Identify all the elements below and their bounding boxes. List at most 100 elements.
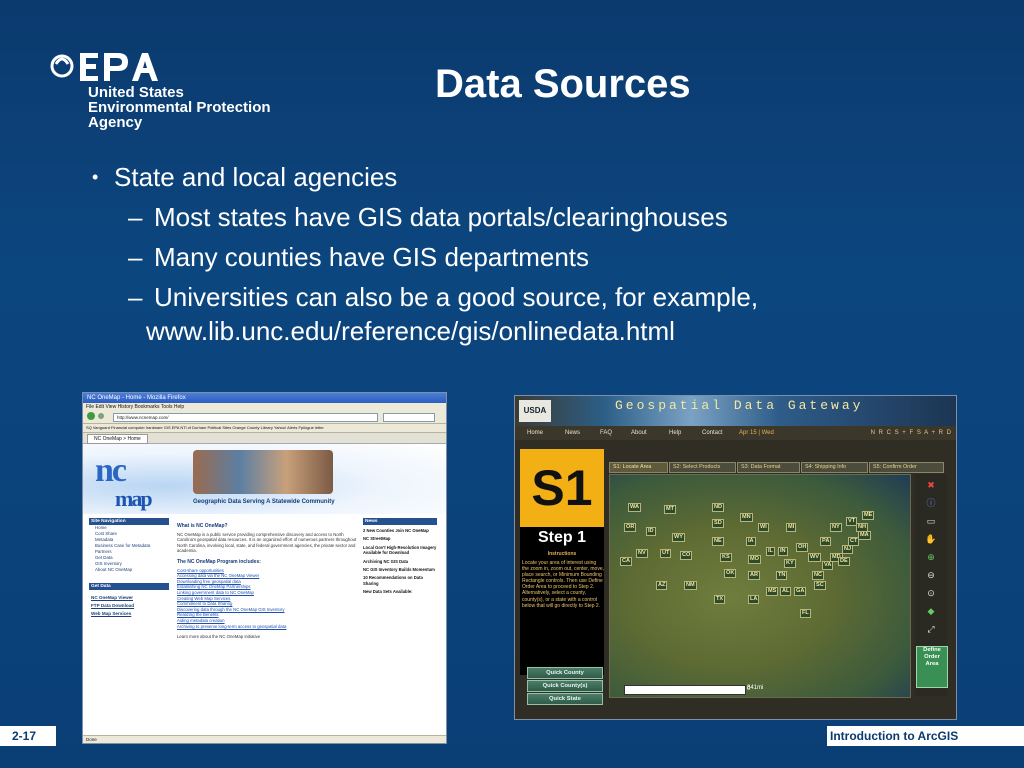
us-map: 0 841mi WA MT ND MN ME OR ID SD WI MI NY VT NH MA WY NE… <box>609 474 911 698</box>
info-icon: ⓘ <box>921 496 941 510</box>
tab-locate-area: S1: Locate Area <box>609 462 668 473</box>
get-data-link: Web Map Services <box>91 611 132 616</box>
state-label-az: AZ <box>656 581 668 590</box>
gateway-date: Apr 15 | Wed <box>739 430 774 436</box>
nav-contact: Contact <box>702 430 723 436</box>
subbullet-universities: – Universities can also be a good source,… <box>128 282 759 312</box>
main-content: What is NC OneMap? NC OneMap is a public… <box>177 523 357 640</box>
state-label-pa: PA <box>820 537 832 546</box>
agency-name: United States Environmental Protection A… <box>88 85 271 130</box>
search-box <box>383 413 435 422</box>
state-label-il: IL <box>766 547 775 556</box>
geospatial-gateway-screenshot: USDA Geospatial Data Gateway Home News F… <box>515 396 956 719</box>
site-nav-heading: Site Navigation <box>89 518 169 525</box>
state-label-ar: AR <box>748 571 761 580</box>
nav-home: Home <box>527 430 544 436</box>
tab-shipping-info: S4: Shipping Info <box>801 462 868 473</box>
step-badge: S1 <box>520 449 604 527</box>
quick-state-button: Quick State <box>527 693 603 705</box>
step-panel: Step 1 Instructions Locate your area of … <box>520 527 604 675</box>
agency-line-2: Environmental Protection <box>88 99 271 116</box>
tab-select-products: S2: Select Products <box>669 462 736 473</box>
state-label-nv: NV <box>636 549 648 558</box>
site-nav-item: About NC OneMap <box>95 567 133 572</box>
gateway-nav: Home News FAQ About Help Contact Apr 15 … <box>515 426 956 440</box>
print-icon: ▭ <box>921 514 941 528</box>
subbullet-states: – Most states have GIS data portals/clear… <box>128 202 728 232</box>
subbullet-text: Most states have GIS data portals/cleari… <box>154 202 728 232</box>
state-label-ga: GA <box>794 587 807 596</box>
get-data-link: FTP Data Download <box>91 603 135 608</box>
step-title: Step 1 <box>537 529 586 546</box>
news-sidebar: News 2 New Counties Join NC OneMap NC St… <box>363 518 437 595</box>
state-label-ca: CA <box>620 557 633 566</box>
get-data-heading: Get Data <box>89 583 169 590</box>
news-item: Local Gov't High-Resolution Imagery Avai… <box>363 544 437 556</box>
state-label-wi: WI <box>758 523 769 532</box>
back-icon <box>87 412 95 420</box>
state-label-oh: OH <box>796 543 809 552</box>
nc-onemap-page: nc map Geographic Data Serving A Statewid… <box>83 444 446 743</box>
gateway-logo: Geospatial Data Gateway <box>615 398 864 413</box>
news-item: NC StreetMap <box>363 536 391 542</box>
state-label-sd: SD <box>712 519 724 528</box>
quick-counties-button: Quick County(s) <box>527 680 603 692</box>
nav-help: Help <box>669 430 682 436</box>
news-item: Archiving NC GIS Data <box>363 558 409 564</box>
banner-tagline: Geographic Data Serving A Statewide Comm… <box>193 499 335 505</box>
state-label-va: VA <box>822 561 834 570</box>
reset-icon: ✖ <box>921 478 941 492</box>
news-item: NC GIS Inventory Builds Momentum <box>363 567 435 573</box>
browser-nav-bar: http://www.ncnemap.com/ <box>83 411 446 424</box>
university-url[interactable]: www.lib.unc.edu/reference/gis/onlinedata… <box>92 311 972 351</box>
nav-faq: FAQ <box>600 430 613 436</box>
state-label-mn: MN <box>740 513 753 522</box>
epa-logo: United States Environmental Protection A… <box>50 50 280 135</box>
agency-line-3: Agency <box>88 114 143 131</box>
center-icon: ⊕ <box>921 550 941 564</box>
state-label-nm: NM <box>684 581 697 590</box>
map-scale-bar: 0 841mi <box>624 685 763 695</box>
nav-about: About <box>631 430 647 436</box>
state-label-ne: NE <box>712 537 724 546</box>
browser-tab-strip: NC OneMap > Home <box>83 433 446 444</box>
slide-title: Data Sources <box>435 62 691 106</box>
tab-confirm-order: S5: Confirm Order <box>869 462 944 473</box>
state-label-ms: MS <box>766 587 779 596</box>
news-heading: News <box>363 518 437 525</box>
bullet-list: State and local agencies –Most states ha… <box>92 157 972 351</box>
epa-logo-mark <box>50 53 158 81</box>
browser-menu-bar: File Edit View History Bookmarks Tools H… <box>83 403 446 411</box>
news-item: 2 New Counties Join NC OneMap <box>363 528 429 533</box>
state-label-de: DE <box>838 557 850 566</box>
browser-title-bar: NC OneMap - Home - Mozilla Firefox <box>83 393 446 403</box>
state-label-sc: SC <box>814 581 826 590</box>
state-label-me: ME <box>862 511 875 520</box>
state-label-la: LA <box>748 595 760 604</box>
subbullet-text: Many counties have GIS departments <box>154 242 590 272</box>
page-number: 2-17 <box>0 726 56 746</box>
state-label-tx: TX <box>714 595 726 604</box>
state-label-ma: MA <box>858 531 871 540</box>
forward-icon <box>98 413 104 419</box>
state-label-ky: KY <box>784 559 796 568</box>
program-item: Archiving to preserve long-term access t… <box>177 623 287 629</box>
program-heading: The NC OneMap Program includes: <box>177 558 261 565</box>
pan-hand-icon: ✋ <box>921 532 941 546</box>
state-label-ia: IA <box>746 537 756 546</box>
subbullet-counties: – Many counties have GIS departments <box>128 242 590 272</box>
nav-news: News <box>565 430 581 436</box>
tab-data-format: S3: Data Format <box>737 462 800 473</box>
usda-logo: USDA <box>519 400 551 422</box>
state-label-ok: OK <box>724 569 737 578</box>
address-bar: http://www.ncnemap.com/ <box>113 413 378 422</box>
state-label-mt: MT <box>664 505 677 514</box>
bookmarks-bar: SQ Vanguard Financial computer hardware … <box>83 424 446 433</box>
extent-icon: ⤢ <box>921 622 941 636</box>
state-label-co: CO <box>680 551 693 560</box>
main-heading: What is NC OneMap? <box>177 523 228 529</box>
state-label-wy: WY <box>672 533 686 542</box>
quick-county-button: Quick County <box>527 667 603 679</box>
browser-status-bar: Done <box>83 735 446 743</box>
instructions-text: Locate your area of interest using the z… <box>522 560 604 609</box>
